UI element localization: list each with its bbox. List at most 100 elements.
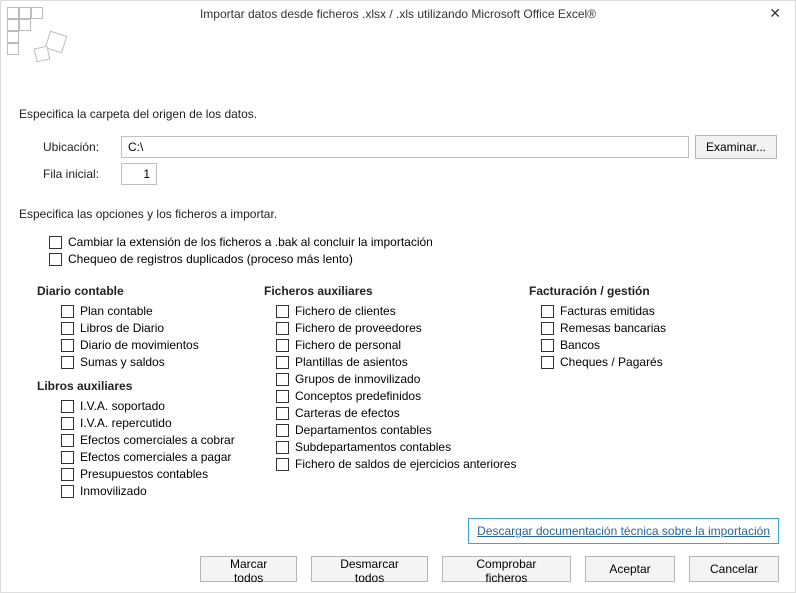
diario-label: Libros de Diario bbox=[80, 321, 164, 335]
facturacion-label: Facturas emitidas bbox=[560, 304, 655, 318]
ficheros-label: Plantillas de asientos bbox=[295, 355, 408, 369]
button-bar: Marcar todos Desmarcar todos Comprobar f… bbox=[1, 556, 795, 582]
ficheros-item[interactable]: Plantillas de asientos bbox=[276, 355, 529, 369]
diario-label: Plan contable bbox=[80, 304, 153, 318]
checkbox-icon bbox=[276, 322, 289, 335]
checkbox-icon bbox=[276, 356, 289, 369]
cancel-button[interactable]: Cancelar bbox=[689, 556, 779, 582]
checkbox-icon bbox=[61, 305, 74, 318]
checkbox-icon bbox=[61, 356, 74, 369]
diario-item[interactable]: Sumas y saldos bbox=[61, 355, 264, 369]
diario-item[interactable]: Plan contable bbox=[61, 304, 264, 318]
libros-label: Presupuestos contables bbox=[80, 467, 208, 481]
ficheros-label: Fichero de saldos de ejercicios anterior… bbox=[295, 457, 516, 471]
checkbox-icon bbox=[61, 322, 74, 335]
checkbox-icon bbox=[541, 305, 554, 318]
initial-row-row: Fila inicial: bbox=[43, 163, 777, 185]
checkbox-icon bbox=[61, 417, 74, 430]
libros-label: Efectos comerciales a cobrar bbox=[80, 433, 235, 447]
checkbox-icon bbox=[276, 305, 289, 318]
checkbox-icon bbox=[61, 400, 74, 413]
libros-item[interactable]: Inmovilizado bbox=[61, 484, 264, 498]
libros-item[interactable]: Efectos comerciales a pagar bbox=[61, 450, 264, 464]
facturacion-item[interactable]: Cheques / Pagarés bbox=[541, 355, 739, 369]
ficheros-label: Carteras de efectos bbox=[295, 406, 400, 420]
diario-label: Sumas y saldos bbox=[80, 355, 165, 369]
ficheros-label: Subdepartamentos contables bbox=[295, 440, 451, 454]
ficheros-item[interactable]: Conceptos predefinidos bbox=[276, 389, 529, 403]
initial-row-input[interactable] bbox=[121, 163, 157, 185]
facturacion-item[interactable]: Facturas emitidas bbox=[541, 304, 739, 318]
checkbox-icon bbox=[276, 390, 289, 403]
ficheros-label: Fichero de personal bbox=[295, 338, 401, 352]
diario-item[interactable]: Libros de Diario bbox=[61, 321, 264, 335]
ficheros-item[interactable]: Carteras de efectos bbox=[276, 406, 529, 420]
checkbox-icon bbox=[61, 468, 74, 481]
initial-row-label: Fila inicial: bbox=[43, 167, 121, 181]
libros-label: I.V.A. soportado bbox=[80, 399, 165, 413]
ficheros-label: Conceptos predefinidos bbox=[295, 389, 421, 403]
title-bar: Importar datos desde ficheros .xlsx / .x… bbox=[1, 1, 795, 27]
libros-item[interactable]: I.V.A. repercutido bbox=[61, 416, 264, 430]
checkbox-icon bbox=[61, 451, 74, 464]
checkbox-icon bbox=[276, 441, 289, 454]
ficheros-label: Grupos de inmovilizado bbox=[295, 372, 420, 386]
libros-item[interactable]: Efectos comerciales a cobrar bbox=[61, 433, 264, 447]
group-libros-title: Libros auxiliares bbox=[37, 379, 264, 393]
ficheros-item[interactable]: Subdepartamentos contables bbox=[276, 440, 529, 454]
ficheros-label: Departamentos contables bbox=[295, 423, 432, 437]
ficheros-item[interactable]: Fichero de personal bbox=[276, 338, 529, 352]
unmark-all-button[interactable]: Desmarcar todos bbox=[311, 556, 428, 582]
ficheros-item[interactable]: Fichero de proveedores bbox=[276, 321, 529, 335]
group-diario-title: Diario contable bbox=[37, 284, 264, 298]
check-files-button[interactable]: Comprobar ficheros bbox=[442, 556, 571, 582]
facturacion-label: Cheques / Pagarés bbox=[560, 355, 663, 369]
section2-text: Especifica las opciones y los ficheros a… bbox=[19, 207, 777, 221]
doc-link[interactable]: Descargar documentación técnica sobre la… bbox=[477, 524, 770, 538]
libros-item[interactable]: Presupuestos contables bbox=[61, 467, 264, 481]
location-row: Ubicación: Examinar... bbox=[43, 135, 777, 159]
checkbox-icon bbox=[61, 434, 74, 447]
ficheros-item[interactable]: Fichero de clientes bbox=[276, 304, 529, 318]
diario-label: Diario de movimientos bbox=[80, 338, 199, 352]
ficheros-item[interactable]: Departamentos contables bbox=[276, 423, 529, 437]
group-ficheros-title: Ficheros auxiliares bbox=[264, 284, 529, 298]
ficheros-item[interactable]: Fichero de saldos de ejercicios anterior… bbox=[276, 457, 529, 471]
browse-button[interactable]: Examinar... bbox=[695, 135, 777, 159]
dialog-title: Importar datos desde ficheros .xlsx / .x… bbox=[200, 7, 596, 21]
option-dup-label: Chequeo de registros duplicados (proceso… bbox=[68, 252, 353, 266]
ficheros-item[interactable]: Grupos de inmovilizado bbox=[276, 372, 529, 386]
checkbox-icon bbox=[61, 339, 74, 352]
ficheros-label: Fichero de clientes bbox=[295, 304, 396, 318]
checkbox-icon bbox=[541, 356, 554, 369]
option-dup[interactable]: Chequeo de registros duplicados (proceso… bbox=[49, 252, 777, 266]
libros-item[interactable]: I.V.A. soportado bbox=[61, 399, 264, 413]
mark-all-button[interactable]: Marcar todos bbox=[200, 556, 297, 582]
checkbox-icon bbox=[276, 458, 289, 471]
ficheros-label: Fichero de proveedores bbox=[295, 321, 422, 335]
checkbox-icon bbox=[276, 407, 289, 420]
checkbox-icon bbox=[276, 424, 289, 437]
diario-item[interactable]: Diario de movimientos bbox=[61, 338, 264, 352]
location-label: Ubicación: bbox=[43, 140, 121, 154]
checkbox-icon bbox=[49, 253, 62, 266]
checkbox-icon bbox=[276, 373, 289, 386]
libros-label: I.V.A. repercutido bbox=[80, 416, 172, 430]
facturacion-label: Remesas bancarias bbox=[560, 321, 666, 335]
facturacion-label: Bancos bbox=[560, 338, 600, 352]
section1-text: Especifica la carpeta del origen de los … bbox=[19, 107, 777, 121]
facturacion-item[interactable]: Remesas bancarias bbox=[541, 321, 739, 335]
checkbox-icon bbox=[276, 339, 289, 352]
libros-label: Efectos comerciales a pagar bbox=[80, 450, 231, 464]
checkbox-icon bbox=[541, 322, 554, 335]
option-bak[interactable]: Cambiar la extensión de los ficheros a .… bbox=[49, 235, 777, 249]
option-bak-label: Cambiar la extensión de los ficheros a .… bbox=[68, 235, 433, 249]
location-input[interactable] bbox=[121, 136, 689, 158]
libros-label: Inmovilizado bbox=[80, 484, 147, 498]
checkbox-icon bbox=[61, 485, 74, 498]
ok-button[interactable]: Aceptar bbox=[585, 556, 675, 582]
facturacion-item[interactable]: Bancos bbox=[541, 338, 739, 352]
doc-link-box: Descargar documentación técnica sobre la… bbox=[468, 518, 779, 544]
group-facturacion-title: Facturación / gestión bbox=[529, 284, 739, 298]
close-icon[interactable]: ✕ bbox=[763, 4, 787, 22]
